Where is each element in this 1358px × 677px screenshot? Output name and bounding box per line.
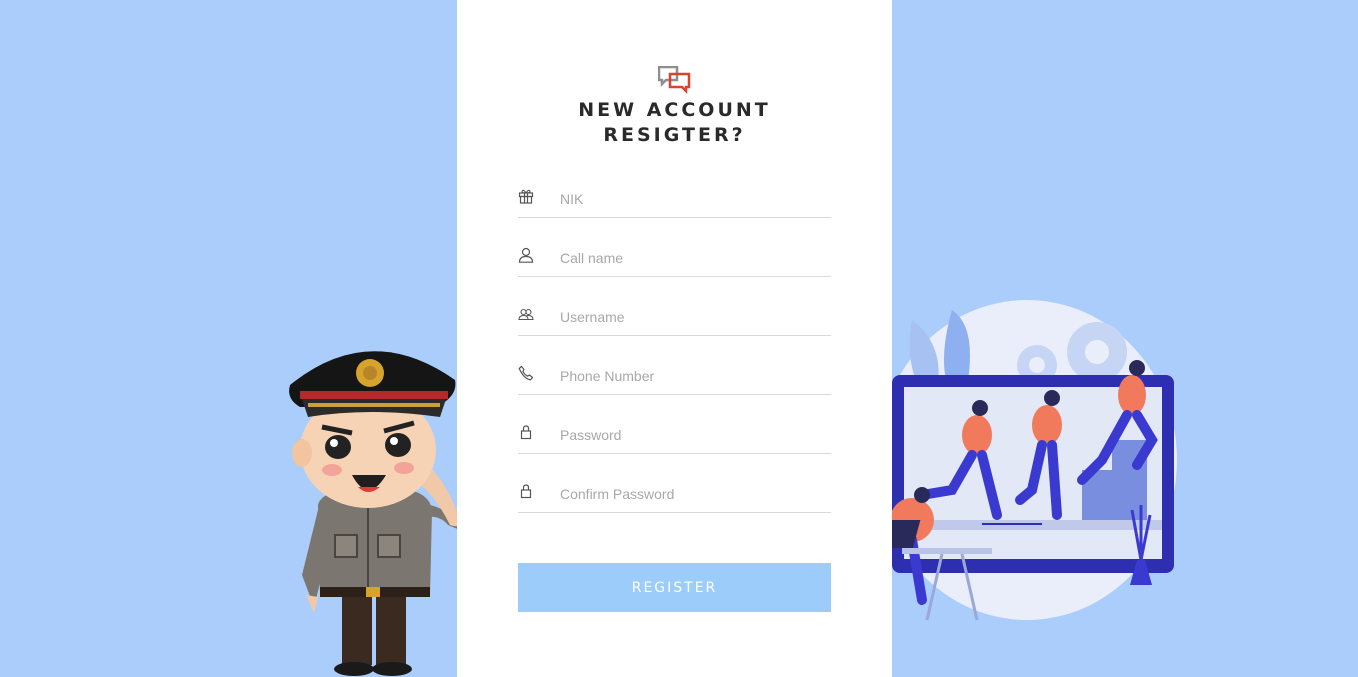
nik-input[interactable] (560, 182, 831, 216)
call-name-field (518, 241, 831, 277)
user-icon (518, 247, 534, 263)
username-input[interactable] (560, 300, 831, 334)
nik-field (518, 182, 831, 218)
phone-number-field (518, 359, 831, 395)
chat-bubbles-logo-icon (658, 66, 691, 94)
call-name-input[interactable] (560, 241, 831, 275)
register-card: NEW ACCOUNT RESIGTER? NIK Call name User… (457, 0, 892, 677)
police-officer-illustration (289, 351, 461, 676)
confirm-password-input[interactable] (560, 477, 831, 511)
confirm-password-field (518, 477, 831, 513)
title-line-2: RESIGTER? (603, 124, 746, 146)
lock-icon (520, 425, 532, 440)
users-icon (518, 308, 534, 321)
register-button[interactable]: REGISTER (518, 563, 831, 612)
gift-icon (518, 189, 534, 204)
username-field (518, 300, 831, 336)
password-input[interactable] (560, 418, 831, 452)
page-title: NEW ACCOUNT RESIGTER? (457, 98, 892, 148)
password-field (518, 418, 831, 454)
runners-monitor-illustration (892, 300, 1177, 621)
lock-icon (520, 484, 532, 499)
phone-icon (518, 365, 534, 381)
title-line-1: NEW ACCOUNT (578, 99, 771, 121)
phone-number-input[interactable] (560, 359, 831, 393)
